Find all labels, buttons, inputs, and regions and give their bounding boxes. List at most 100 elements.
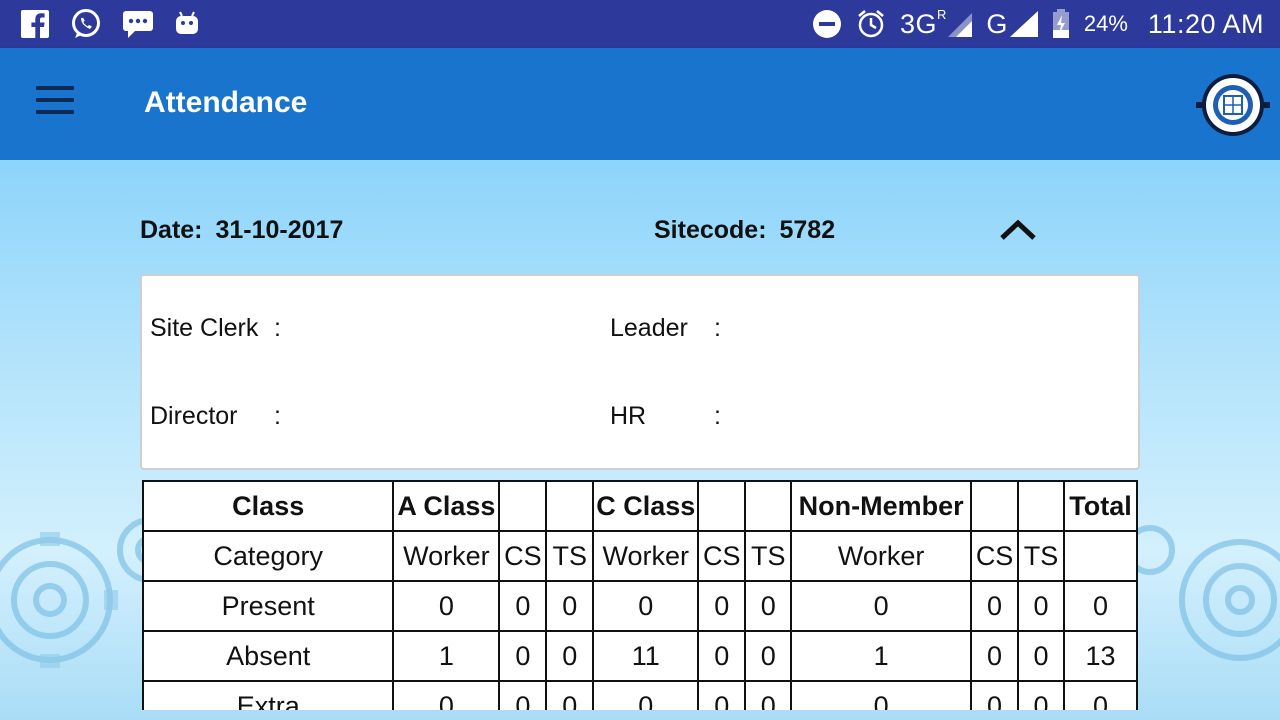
whatsapp-icon (72, 9, 100, 38)
table-cell: 0 (697, 680, 747, 710)
table-cell: 0 (498, 680, 548, 710)
table-subheader-row: Category Worker CS TS Worker CS TS Worker CS TS (142, 530, 1138, 582)
table-cell: 0 (545, 580, 595, 632)
table-cell: 0 (790, 580, 973, 632)
table-cell: 0 (1017, 630, 1065, 682)
table-cell: A Class (392, 480, 501, 532)
table-cell: 1 (790, 630, 973, 682)
table-row: Absent 1 0 0 11 0 0 1 0 0 13 (142, 630, 1138, 682)
table-cell: 0 (790, 680, 973, 710)
chevron-up-icon (1000, 219, 1036, 240)
table-cell: Category (142, 530, 395, 582)
table-cell: 0 (392, 580, 501, 632)
table-cell: 0 (592, 580, 700, 632)
menu-icon-line (36, 98, 74, 102)
table-cell: 0 (498, 630, 548, 682)
leader-field: Leader : (610, 314, 721, 343)
table-cell (545, 480, 595, 532)
table-cell: TS (1017, 530, 1065, 582)
table-cell: CS (970, 530, 1020, 582)
director-label: Director (150, 402, 238, 430)
table-cell: 0 (545, 680, 595, 710)
table-cell: 0 (744, 580, 793, 632)
table-cell: Worker (592, 530, 700, 582)
sitecode-value: 5782 (779, 216, 836, 244)
network-type-g: G (986, 8, 1008, 39)
table-cell: TS (744, 530, 793, 582)
table-cell: 1 (392, 630, 501, 682)
table-cell: 0 (970, 680, 1020, 710)
facebook-icon (21, 10, 49, 39)
table-cell: CS (498, 530, 548, 582)
collapse-button[interactable] (996, 214, 1040, 244)
table-cell: 0 (697, 630, 747, 682)
table-cell (744, 480, 793, 532)
roaming-indicator: R (936, 6, 947, 22)
hr-field: HR : (610, 402, 721, 431)
table-cell (1062, 530, 1138, 582)
attendance-table-container[interactable]: Class A Class C Class Non-Member Total Catego… (142, 480, 1138, 710)
table-cell: 0 (545, 630, 595, 682)
table-row: Present 0 0 0 0 0 0 0 0 0 0 (142, 580, 1138, 632)
menu-icon-line (36, 110, 74, 114)
table-cell (697, 480, 747, 532)
hr-label: HR (610, 402, 647, 430)
page-title: Attendance (144, 86, 308, 119)
table-cell: 0 (592, 680, 700, 710)
date-value: 31-10-2017 (215, 216, 344, 244)
site-clerk-field: Site Clerk : (150, 314, 281, 343)
notification-icons (20, 8, 200, 40)
menu-icon-line (36, 86, 74, 90)
table-cell: TS (545, 530, 595, 582)
signal-icon-2 (1009, 11, 1038, 37)
date-display: Date: 31-10-2017 (140, 216, 343, 245)
table-cell: 0 (392, 680, 501, 710)
attendance-table: Class A Class C Class Non-Member Total Catego… (142, 480, 1138, 710)
table-cell: 0 (1017, 680, 1065, 710)
table-cell: CS (697, 530, 747, 582)
battery-percent: 24% (1083, 11, 1128, 36)
status-bar: 3G R G 24% 11:20 AM (0, 0, 1280, 48)
table-cell: 0 (498, 580, 548, 632)
table-cell: Worker (790, 530, 973, 582)
table-cell: Class (142, 480, 395, 532)
alarm-icon (858, 10, 884, 38)
hr-colon: : (714, 402, 721, 430)
table-cell: Absent (142, 630, 395, 682)
signal-icon (948, 13, 973, 37)
organization-seal-logo (1196, 74, 1270, 136)
site-staff-card: Site Clerk : Leader : Director : HR : (140, 274, 1140, 470)
table-cell: C Class (592, 480, 700, 532)
table-cell (1017, 480, 1065, 532)
table-cell: Total (1062, 480, 1138, 532)
leader-label: Leader (610, 314, 688, 342)
table-cell: 0 (744, 630, 793, 682)
table-cell (970, 480, 1020, 532)
table-cell: 0 (697, 580, 747, 632)
table-cell (498, 480, 548, 532)
attendance-content: Date: 31-10-2017 Sitecode: 5782 Site Cle… (0, 160, 1280, 720)
site-clerk-label: Site Clerk (150, 314, 259, 342)
director-field: Director : (150, 402, 281, 431)
app-bar: Attendance (0, 48, 1280, 160)
android-icon (176, 11, 198, 34)
sitecode-label: Sitecode: (654, 216, 767, 244)
table-cell: 0 (1062, 580, 1138, 632)
clock: 11:20 AM (1147, 8, 1264, 39)
table-cell: 13 (1062, 630, 1138, 682)
battery-charging-icon (1052, 9, 1069, 38)
table-cell: 0 (1062, 680, 1138, 710)
gears-background-right (1125, 525, 1280, 661)
message-icon (123, 11, 153, 38)
table-header-row: Class A Class C Class Non-Member Total (142, 480, 1138, 532)
date-label: Date: (140, 216, 203, 244)
table-cell: 11 (592, 630, 700, 682)
sitecode-display: Sitecode: 5782 (654, 216, 835, 245)
do-not-disturb-icon (812, 10, 841, 38)
table-cell: 0 (970, 630, 1020, 682)
system-indicators: 3G R G 24% 11:20 AM (812, 0, 1264, 48)
hamburger-menu-button[interactable] (36, 86, 76, 118)
table-cell: 0 (1017, 580, 1065, 632)
table-cell: Present (142, 580, 395, 632)
network-type-3g: 3G (899, 8, 937, 39)
